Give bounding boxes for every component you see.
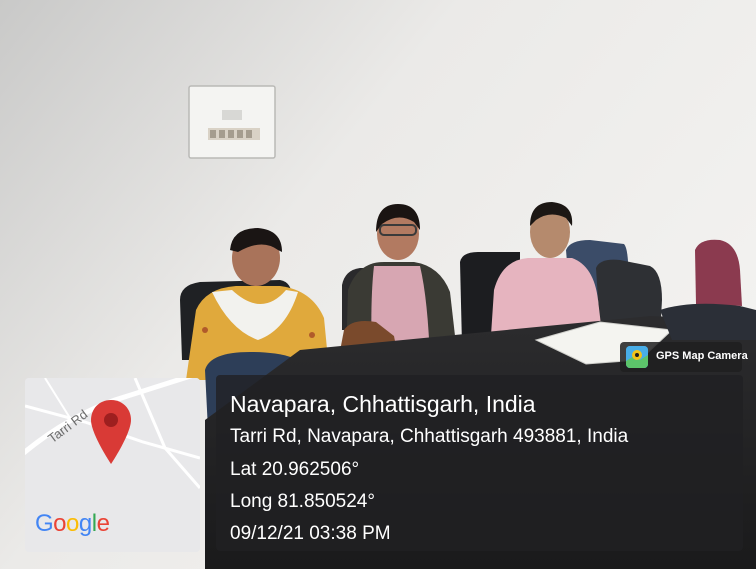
longitude-text: Long 81.850524° xyxy=(230,491,375,512)
gps-map-camera-icon xyxy=(626,346,648,368)
place-title: Navapara, Chhattisgarh, India xyxy=(230,391,536,417)
gps-map-camera-label: GPS Map Camera xyxy=(656,350,748,362)
location-info-panel: Navapara, Chhattisgarh, India Tarri Rd, … xyxy=(216,375,743,551)
address-text: Tarri Rd, Navapara, Chhattisgarh 493881,… xyxy=(230,426,629,447)
map-pin-icon xyxy=(91,400,131,464)
photo-frame: GPS Map Camera Tarri Rd Google Navapara,… xyxy=(0,0,756,569)
google-logo: Google xyxy=(35,510,110,537)
map-thumbnail[interactable]: Tarri Rd Google xyxy=(25,378,200,552)
gps-map-camera-badge: GPS Map Camera xyxy=(620,342,748,372)
switch-board xyxy=(188,85,276,159)
latitude-text: Lat 20.962506° xyxy=(230,459,360,480)
datetime-text: 09/12/21 03:38 PM xyxy=(230,523,391,544)
